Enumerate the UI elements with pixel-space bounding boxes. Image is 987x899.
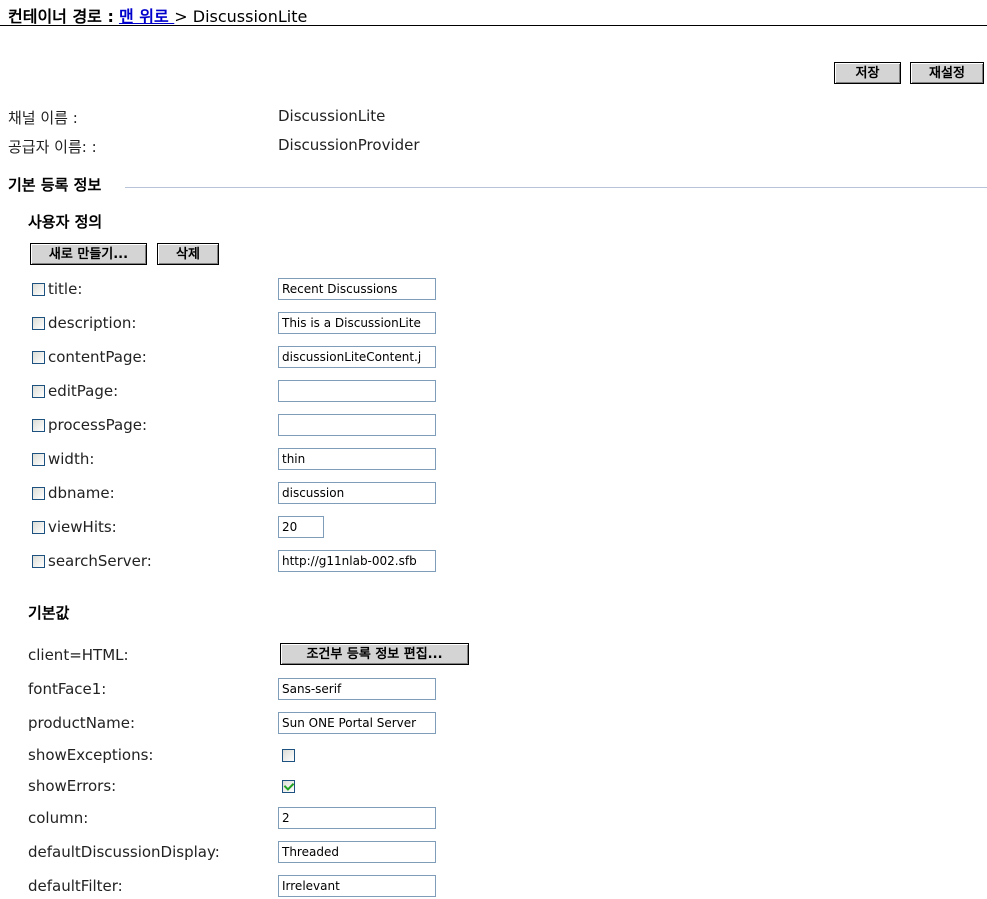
show-errors-label: showErrors:	[28, 777, 117, 795]
custom-property-checkbox[interactable]	[32, 283, 45, 296]
custom-property-label: searchServer:	[48, 552, 152, 570]
basic-properties-title: 기본 등록 정보	[8, 176, 102, 194]
provider-name-label: 공급자 이름: :	[8, 138, 97, 156]
show-exceptions-label: showExceptions:	[28, 746, 154, 764]
default-property-input[interactable]: Threaded	[278, 841, 436, 863]
delete-property-button[interactable]: 삭제	[157, 243, 219, 265]
default-property-label: column:	[28, 809, 89, 827]
custom-property-label: title:	[48, 280, 83, 298]
breadcrumb: 컨테이너 경로 : 맨 위로 > DiscussionLite	[8, 3, 307, 27]
custom-property-label: contentPage:	[48, 348, 147, 366]
custom-property-checkbox[interactable]	[32, 487, 45, 500]
client-html-label: client=HTML:	[28, 646, 129, 664]
custom-section-title: 사용자 정의	[28, 213, 103, 231]
default-property-input[interactable]: Sans-serif	[278, 678, 436, 700]
custom-property-input[interactable]: http://g11nlab-002.sfb	[278, 550, 436, 572]
provider-name-value: DiscussionProvider	[278, 136, 420, 154]
default-property-label: defaultDiscussionDisplay:	[28, 843, 220, 861]
custom-property-input[interactable]: 20	[278, 516, 324, 538]
custom-property-label: dbname:	[48, 484, 115, 502]
breadcrumb-separator: >	[174, 7, 188, 26]
show-exceptions-checkbox[interactable]	[282, 749, 295, 762]
channel-name-label: 채널 이름 :	[8, 109, 78, 127]
default-property-label: fontFace1:	[28, 680, 107, 698]
breadcrumb-current: DiscussionLite	[192, 7, 308, 26]
new-property-button[interactable]: 새로 만들기...	[30, 243, 147, 265]
custom-property-label: editPage:	[48, 382, 119, 400]
custom-property-label: viewHits:	[48, 518, 117, 536]
channel-name-value: DiscussionLite	[278, 107, 386, 125]
custom-property-checkbox[interactable]	[32, 521, 45, 534]
default-property-input[interactable]: Sun ONE Portal Server	[278, 712, 436, 734]
custom-property-input[interactable]: Recent Discussions	[278, 278, 436, 300]
breadcrumb-label: 컨테이너 경로 :	[8, 7, 114, 26]
custom-property-input[interactable]	[278, 414, 436, 436]
default-property-input[interactable]: Irrelevant	[278, 875, 436, 897]
default-property-input[interactable]: 2	[278, 807, 436, 829]
custom-property-input[interactable]: discussionLiteContent.j	[278, 346, 436, 368]
custom-property-label: width:	[48, 450, 95, 468]
custom-property-input[interactable]	[278, 380, 436, 402]
defaults-section-title: 기본값	[28, 604, 70, 622]
section-divider	[125, 187, 987, 188]
custom-property-input[interactable]: This is a DiscussionLite	[278, 312, 436, 334]
default-property-label: productName:	[28, 714, 135, 732]
custom-property-input[interactable]: discussion	[278, 482, 436, 504]
reset-button[interactable]: 재설정	[910, 62, 984, 84]
custom-property-checkbox[interactable]	[32, 555, 45, 568]
save-button[interactable]: 저장	[834, 62, 901, 84]
breadcrumb-top-link[interactable]: 맨 위로	[119, 7, 174, 26]
custom-property-checkbox[interactable]	[32, 351, 45, 364]
custom-property-label: processPage:	[48, 416, 148, 434]
custom-property-checkbox[interactable]	[32, 385, 45, 398]
breadcrumb-bar: 컨테이너 경로 : 맨 위로 > DiscussionLite	[0, 0, 987, 26]
custom-property-input[interactable]: thin	[278, 448, 436, 470]
custom-property-checkbox[interactable]	[32, 317, 45, 330]
default-property-label: defaultFilter:	[28, 877, 123, 895]
custom-property-checkbox[interactable]	[32, 419, 45, 432]
edit-conditional-properties-button[interactable]: 조건부 등록 정보 편집...	[280, 643, 469, 665]
custom-property-checkbox[interactable]	[32, 453, 45, 466]
custom-property-label: description:	[48, 314, 137, 332]
show-errors-checkbox[interactable]	[282, 780, 295, 793]
